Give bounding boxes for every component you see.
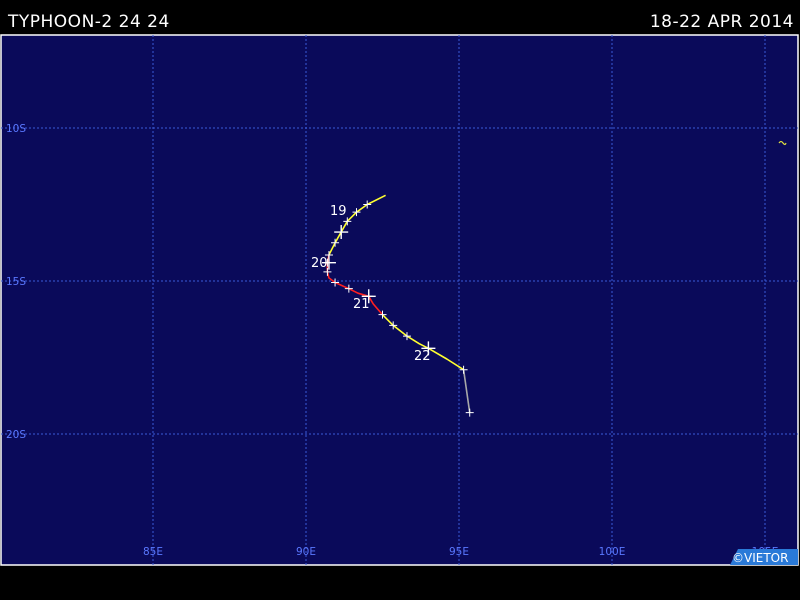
lat-label-10s: 10S [6,123,26,135]
day-label-20: 20 [311,256,328,271]
typhoon-track-map[interactable]: 85E 90E 95E 100E 105E 10S 15S 20S 19 20 … [0,34,800,566]
map-canvas: 85E 90E 95E 100E 105E 10S 15S 20S 19 20 … [0,34,799,566]
footer-bar [0,566,800,600]
copyright-badge: ©VIETOR [730,549,798,565]
header-bar: TYPHOON-2 24 24 18-22 APR 2014 [0,0,800,34]
day-label-21: 21 [353,297,370,312]
lon-label-100e: 100E [599,546,626,558]
map-title: TYPHOON-2 24 24 [8,12,170,32]
lon-label-95e: 95E [449,546,469,558]
lon-label-90e: 90E [296,546,316,558]
map-background [0,34,799,566]
date-range: 18-22 APR 2014 [649,12,794,32]
copyright-text: ©VIETOR [732,551,788,565]
day-label-22: 22 [414,349,431,364]
lat-label-15s: 15S [6,276,26,288]
day-label-19: 19 [330,204,347,219]
lat-label-20s: 20S [6,429,26,441]
lon-label-85e: 85E [143,546,163,558]
